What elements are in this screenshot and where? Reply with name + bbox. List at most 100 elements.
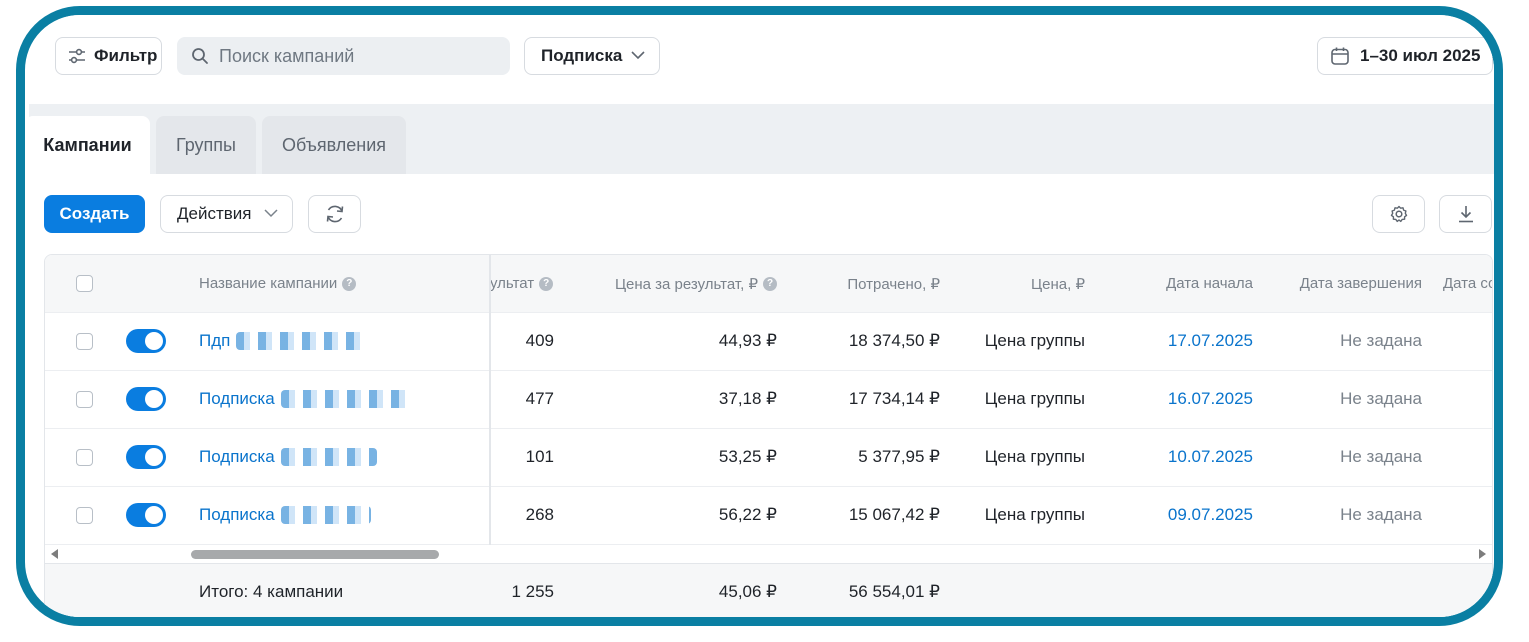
result-cell: 409 (490, 312, 554, 370)
result-value: 409 (525, 331, 554, 350)
actions-dropdown-label: Действия (177, 204, 252, 223)
header-created-date[interactable]: Дата со (1443, 255, 1493, 312)
search-box[interactable] (177, 37, 510, 75)
header-start-date[interactable]: Дата начала (1105, 255, 1253, 312)
start-date-cell: 09.07.2025 (1105, 486, 1253, 544)
price-value: Цена группы (984, 447, 1085, 466)
end-date-value: Не задана (1340, 505, 1422, 524)
cost-per-result-value: 56,22 ₽ (718, 505, 777, 524)
row-checkbox[interactable] (76, 448, 93, 466)
download-button[interactable] (1439, 195, 1492, 233)
price-value: Цена группы (984, 505, 1085, 524)
scrollbar-thumb[interactable] (191, 550, 439, 559)
campaign-toggle[interactable] (126, 445, 166, 469)
campaign-name-cell: Подписка (199, 370, 411, 428)
totals-label: Итого: 4 кампании (199, 582, 344, 601)
tab-ads[interactable]: Объявления (262, 116, 406, 174)
campaign-name-link[interactable]: Подписка (199, 447, 275, 467)
header-name[interactable]: Название кампании ? (199, 255, 357, 312)
totals-cost-per-result: 45,06 ₽ (718, 582, 777, 601)
campaign-name-link[interactable]: Подписка (199, 505, 275, 525)
campaign-toggle[interactable] (126, 387, 166, 411)
table-row[interactable]: Пдп 409 44,93 ₽ 18 374,50 ₽ Цена группы … (45, 312, 1492, 371)
start-date-link[interactable]: 10.07.2025 (1168, 447, 1253, 467)
start-date-cell: 10.07.2025 (1105, 428, 1253, 486)
header-cost-per-result[interactable]: Цена за результат, ₽ ? (585, 255, 777, 312)
totals-cost-per-result-cell: 45,06 ₽ (585, 564, 777, 617)
tab-campaigns[interactable]: Кампании (25, 116, 150, 174)
select-all-checkbox[interactable] (76, 275, 93, 292)
start-date-link[interactable]: 16.07.2025 (1168, 389, 1253, 409)
tab-ads-label: Объявления (281, 134, 387, 155)
header-end-date[interactable]: Дата завершения (1265, 255, 1422, 312)
result-value: 477 (525, 389, 554, 408)
cost-per-result-cell: 53,25 ₽ (585, 428, 777, 486)
campaign-toggle[interactable] (126, 329, 166, 353)
date-range-picker[interactable]: 1–30 июл 2025 (1317, 37, 1493, 75)
spent-value: 17 734,14 ₽ (848, 389, 940, 408)
screenshot-frame: Фильтр Подписка 1–30 июл 2025 (16, 6, 1503, 626)
row-checkbox[interactable] (76, 390, 93, 408)
result-cell: 268 (490, 486, 554, 544)
price-cell: Цена группы (975, 486, 1085, 544)
select-all-cell (76, 255, 93, 312)
campaign-name-cell: Пдп (199, 312, 365, 370)
actions-dropdown[interactable]: Действия (160, 195, 293, 233)
calendar-icon (1331, 47, 1349, 65)
header-result[interactable]: ультат ? (490, 255, 554, 312)
campaign-name-cell: Подписка (199, 428, 377, 486)
end-date-value: Не задана (1340, 331, 1422, 350)
end-date-value: Не задана (1340, 447, 1422, 466)
redacted-text (280, 448, 377, 466)
top-toolbar: Фильтр Подписка 1–30 июл 2025 (29, 15, 1494, 105)
create-button[interactable]: Создать (44, 195, 145, 233)
totals-row: Итого: 4 кампании 1 255 45,06 ₽ 56 554,0… (45, 563, 1492, 617)
header-spent[interactable]: Потрачено, ₽ (785, 255, 940, 312)
price-cell: Цена группы (975, 428, 1085, 486)
horizontal-scrollbar[interactable] (45, 545, 1492, 563)
cost-per-result-value: 37,18 ₽ (718, 389, 777, 408)
redacted-text (236, 332, 365, 350)
start-date-link[interactable]: 17.07.2025 (1168, 331, 1253, 351)
row-select-cell (76, 428, 93, 486)
search-input[interactable] (217, 44, 491, 68)
gear-icon (1390, 205, 1407, 223)
cost-per-result-cell: 37,18 ₽ (585, 370, 777, 428)
scroll-right-arrow[interactable] (1479, 549, 1486, 559)
help-icon[interactable]: ? (342, 276, 357, 291)
table-settings-button[interactable] (1372, 195, 1425, 233)
header-spent-label: Потрачено, ₽ (847, 275, 940, 293)
campaign-name-link[interactable]: Подписка (199, 389, 275, 409)
table-row[interactable]: Подписка 477 37,18 ₽ 17 734,14 ₽ Цена гр… (45, 370, 1492, 429)
price-value: Цена группы (984, 331, 1085, 350)
campaigns-table: Название кампании ? ультат ? Цена за рез… (44, 254, 1493, 617)
help-icon[interactable]: ? (763, 276, 777, 291)
row-toggle-cell (126, 312, 166, 370)
row-checkbox[interactable] (76, 506, 93, 524)
start-date-link[interactable]: 09.07.2025 (1168, 505, 1253, 525)
row-checkbox[interactable] (76, 332, 93, 350)
end-date-cell: Не задана (1265, 486, 1422, 544)
objective-select[interactable]: Подписка (524, 37, 660, 75)
spent-value: 18 374,50 ₽ (848, 331, 940, 350)
refresh-button[interactable] (308, 195, 361, 233)
campaign-name-link[interactable]: Пдп (199, 331, 230, 351)
header-created-date-label: Дата со (1443, 275, 1493, 292)
start-date-cell: 17.07.2025 (1105, 312, 1253, 370)
end-date-cell: Не задана (1265, 312, 1422, 370)
help-icon[interactable]: ? (539, 276, 554, 291)
tab-groups[interactable]: Группы (156, 116, 256, 174)
ads-manager: Фильтр Подписка 1–30 июл 2025 (25, 15, 1494, 617)
header-start-date-label: Дата начала (1166, 275, 1253, 292)
tab-groups-label: Группы (176, 134, 236, 155)
cost-per-result-value: 44,93 ₽ (718, 331, 777, 350)
header-price-label: Цена, ₽ (1031, 275, 1085, 293)
cost-per-result-cell: 56,22 ₽ (585, 486, 777, 544)
chevron-down-icon (631, 51, 645, 60)
table-row[interactable]: Подписка 268 56,22 ₽ 15 067,42 ₽ Цена гр… (45, 486, 1492, 545)
table-row[interactable]: Подписка 101 53,25 ₽ 5 377,95 ₽ Цена гру… (45, 428, 1492, 487)
campaign-toggle[interactable] (126, 503, 166, 527)
filter-button[interactable]: Фильтр (55, 37, 162, 75)
header-price[interactable]: Цена, ₽ (975, 255, 1085, 312)
scroll-left-arrow[interactable] (51, 549, 58, 559)
